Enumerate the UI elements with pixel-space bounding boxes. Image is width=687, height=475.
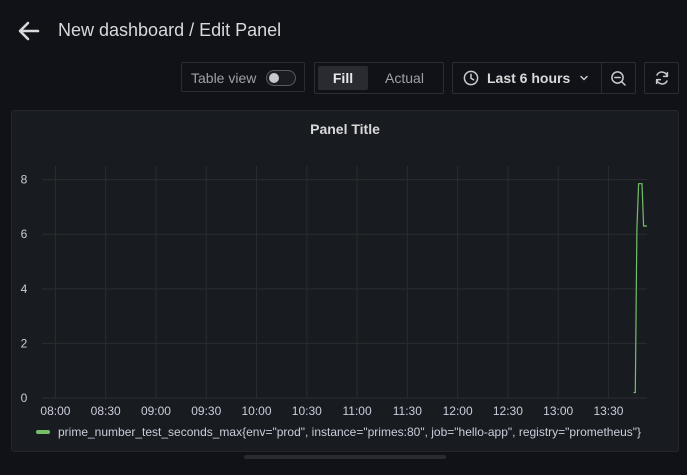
legend-swatch bbox=[36, 429, 50, 434]
actual-option[interactable]: Actual bbox=[373, 66, 436, 90]
top-bar: New dashboard / Edit Panel bbox=[0, 0, 687, 60]
fill-option[interactable]: Fill bbox=[318, 66, 368, 90]
time-range-button[interactable]: Last 6 hours bbox=[453, 63, 601, 93]
clock-icon bbox=[463, 70, 479, 86]
resize-handle[interactable] bbox=[244, 455, 446, 459]
display-mode-selector: Fill Actual bbox=[314, 62, 444, 94]
y-tick-label: 2 bbox=[21, 336, 28, 350]
x-tick-label: 10:00 bbox=[241, 404, 271, 418]
x-tick-label: 09:30 bbox=[191, 404, 221, 418]
legend-item[interactable]: prime_number_test_seconds_max{env="prod"… bbox=[36, 424, 641, 442]
zoom-out-button[interactable] bbox=[602, 63, 635, 93]
zoom-out-icon bbox=[611, 71, 626, 86]
y-tick-label: 8 bbox=[21, 173, 28, 187]
refresh-button[interactable] bbox=[644, 62, 679, 94]
x-tick-label: 08:00 bbox=[40, 404, 70, 418]
refresh-icon bbox=[655, 71, 669, 85]
x-tick-label: 12:00 bbox=[443, 404, 473, 418]
back-button[interactable] bbox=[16, 19, 42, 43]
y-tick-label: 4 bbox=[21, 282, 28, 296]
table-view-toggle[interactable]: Table view bbox=[181, 62, 305, 92]
x-tick-label: 11:00 bbox=[342, 404, 371, 418]
time-range-label: Last 6 hours bbox=[487, 70, 571, 86]
table-view-label: Table view bbox=[191, 70, 257, 86]
switch-knob bbox=[269, 73, 279, 83]
y-tick-label: 6 bbox=[21, 227, 28, 241]
chevron-down-icon bbox=[580, 75, 588, 81]
time-series-chart[interactable]: 0 2 4 6 8 08:00 08:30 09:00 09:30 10:00 10:30 11:00… bbox=[12, 111, 678, 421]
series-line bbox=[633, 183, 647, 394]
x-tick-label: 13:30 bbox=[593, 404, 623, 418]
table-view-switch[interactable] bbox=[266, 70, 296, 86]
page-title: New dashboard / Edit Panel bbox=[58, 20, 282, 40]
x-tick-label: 13:00 bbox=[543, 404, 573, 418]
legend-label: prime_number_test_seconds_max{env="prod"… bbox=[58, 424, 642, 439]
x-tick-label: 08:30 bbox=[91, 404, 121, 418]
arrow-left-icon bbox=[18, 21, 40, 41]
x-tick-label: 12:30 bbox=[493, 404, 523, 418]
x-tick-label: 09:00 bbox=[141, 404, 171, 418]
panel: Panel Title 0 2 4 6 8 08:00 08:30 09:00 09:30 10:… bbox=[11, 110, 679, 452]
y-tick-label: 0 bbox=[21, 391, 28, 405]
time-range-picker: Last 6 hours bbox=[452, 62, 636, 94]
x-tick-label: 11:30 bbox=[393, 404, 422, 418]
x-tick-label: 10:30 bbox=[292, 404, 322, 418]
